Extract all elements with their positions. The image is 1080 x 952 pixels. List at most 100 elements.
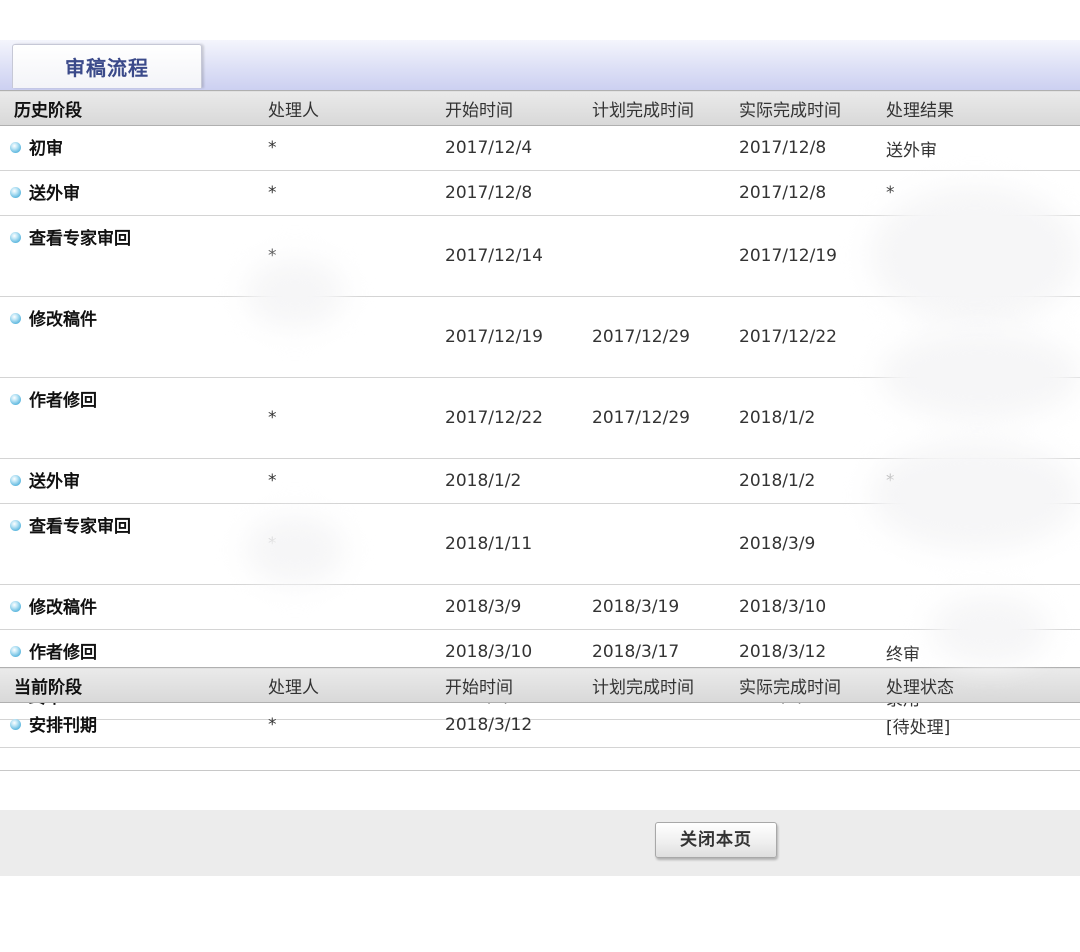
stage-label: 查看专家审回 [29, 517, 131, 537]
stage-label: 修改稿件 [29, 598, 97, 618]
start-time-cell: 2017/12/8 [445, 170, 592, 216]
start-time-cell: 2017/12/22 [445, 377, 592, 459]
empty-cell [268, 747, 445, 771]
header-actual-time: 实际完成时间 [739, 667, 886, 703]
tab-review-process[interactable]: 审稿流程 [12, 44, 202, 88]
planned-time-cell [592, 702, 739, 748]
stage-label: 修改稿件 [29, 310, 97, 330]
actual-time-cell: 2017/12/19 [739, 215, 886, 297]
history-row: 初审 * 2017/12/4 2017/12/8 送外审 [0, 125, 1080, 171]
stage-cell: 查看专家审回 [0, 503, 268, 585]
handler-cell [268, 584, 445, 630]
start-time-cell: 2017/12/14 [445, 215, 592, 297]
stage-label: 送外审 [29, 472, 80, 492]
bullet-icon [10, 393, 21, 405]
actual-time-cell: 2017/12/8 [739, 170, 886, 216]
bullet-icon [10, 474, 21, 486]
handler-cell: * [268, 377, 445, 459]
empty-cell [886, 747, 1080, 771]
empty-cell [0, 747, 268, 771]
actual-time-cell: 2018/1/2 [739, 458, 886, 504]
stage-cell: 安排刊期 [0, 702, 268, 748]
start-time-cell: 2017/12/4 [445, 125, 592, 171]
planned-time-cell: 2017/12/29 [592, 377, 739, 459]
stage-label: 作者修回 [29, 643, 97, 663]
history-row: 修改稿件 2018/3/9 2018/3/19 2018/3/10 [0, 584, 1080, 630]
header-actual-time: 实际完成时间 [739, 90, 886, 126]
stage-label: 送外审 [29, 184, 80, 204]
bullet-icon [10, 600, 21, 612]
history-table: 历史阶段 处理人 开始时间 计划完成时间 实际完成时间 处理结果 初审 * 2017… [0, 90, 1080, 742]
header-handler: 处理人 [268, 667, 445, 703]
handler-cell: * [268, 170, 445, 216]
current-table: 当前阶段 处理人 开始时间 计划完成时间 实际完成时间 处理状态 安排刊期 * 20… [0, 667, 1080, 771]
header-result: 处理结果 [886, 90, 1080, 126]
bullet-icon [10, 186, 21, 198]
current-header-row: 当前阶段 处理人 开始时间 计划完成时间 实际完成时间 处理状态 [0, 667, 1080, 703]
bullet-icon [10, 718, 21, 730]
handler-cell: * [268, 458, 445, 504]
actual-time-cell: 2018/3/10 [739, 584, 886, 630]
tab-bar: 审稿流程 [0, 40, 1080, 92]
empty-cell [592, 747, 739, 771]
header-start-time: 开始时间 [445, 667, 592, 703]
header-planned-time: 计划完成时间 [592, 667, 739, 703]
bullet-icon [10, 312, 21, 324]
status-cell: [待处理] [886, 702, 1080, 748]
actual-time-cell: 2017/12/22 [739, 296, 886, 378]
handler-cell: * [268, 702, 445, 748]
actual-time-cell: 2018/3/9 [739, 503, 886, 585]
planned-time-cell: 2018/3/19 [592, 584, 739, 630]
empty-cell [739, 747, 886, 771]
bullet-icon [10, 231, 21, 243]
stage-label: 作者修回 [29, 391, 97, 411]
history-header-row: 历史阶段 处理人 开始时间 计划完成时间 实际完成时间 处理结果 [0, 90, 1080, 126]
bullet-icon [10, 141, 21, 153]
start-time-cell: 2017/12/19 [445, 296, 592, 378]
privacy-blur [930, 595, 1050, 665]
header-history-stage: 历史阶段 [0, 90, 268, 126]
actual-time-cell: 2018/1/2 [739, 377, 886, 459]
privacy-blur [245, 515, 345, 585]
start-time-cell: 2018/3/9 [445, 584, 592, 630]
header-start-time: 开始时间 [445, 90, 592, 126]
privacy-blur [880, 330, 1080, 420]
header-status: 处理状态 [886, 667, 1080, 703]
header-current-stage: 当前阶段 [0, 667, 268, 703]
stage-cell: 初审 [0, 125, 268, 171]
header-handler: 处理人 [268, 90, 445, 126]
privacy-blur [245, 258, 345, 328]
stage-label: 安排刊期 [29, 716, 97, 736]
start-time-cell: 2018/1/2 [445, 458, 592, 504]
privacy-blur [870, 185, 1080, 325]
result-cell: 送外审 [886, 125, 1080, 171]
bullet-icon [10, 519, 21, 531]
empty-row [0, 747, 1080, 771]
close-page-button[interactable]: 关闭本页 [655, 822, 777, 858]
planned-time-cell [592, 125, 739, 171]
planned-time-cell [592, 503, 739, 585]
stage-cell: 修改稿件 [0, 584, 268, 630]
actual-time-cell: 2017/12/8 [739, 125, 886, 171]
stage-cell: 修改稿件 [0, 296, 268, 378]
start-time-cell: 2018/3/12 [445, 702, 592, 748]
stage-cell: 送外审 [0, 458, 268, 504]
footer-bar: 关闭本页 [0, 810, 1080, 876]
stage-label: 查看专家审回 [29, 229, 131, 249]
planned-time-cell: 2017/12/29 [592, 296, 739, 378]
bullet-icon [10, 645, 21, 657]
stage-cell: 查看专家审回 [0, 215, 268, 297]
handler-cell: * [268, 125, 445, 171]
stage-cell: 送外审 [0, 170, 268, 216]
empty-cell [445, 747, 592, 771]
header-planned-time: 计划完成时间 [592, 90, 739, 126]
current-row: 安排刊期 * 2018/3/12 [待处理] [0, 702, 1080, 748]
planned-time-cell [592, 458, 739, 504]
actual-time-cell [739, 702, 886, 748]
stage-label: 初审 [29, 139, 63, 159]
planned-time-cell [592, 170, 739, 216]
start-time-cell: 2018/1/11 [445, 503, 592, 585]
planned-time-cell [592, 215, 739, 297]
stage-cell: 作者修回 [0, 377, 268, 459]
privacy-blur [870, 440, 1080, 550]
